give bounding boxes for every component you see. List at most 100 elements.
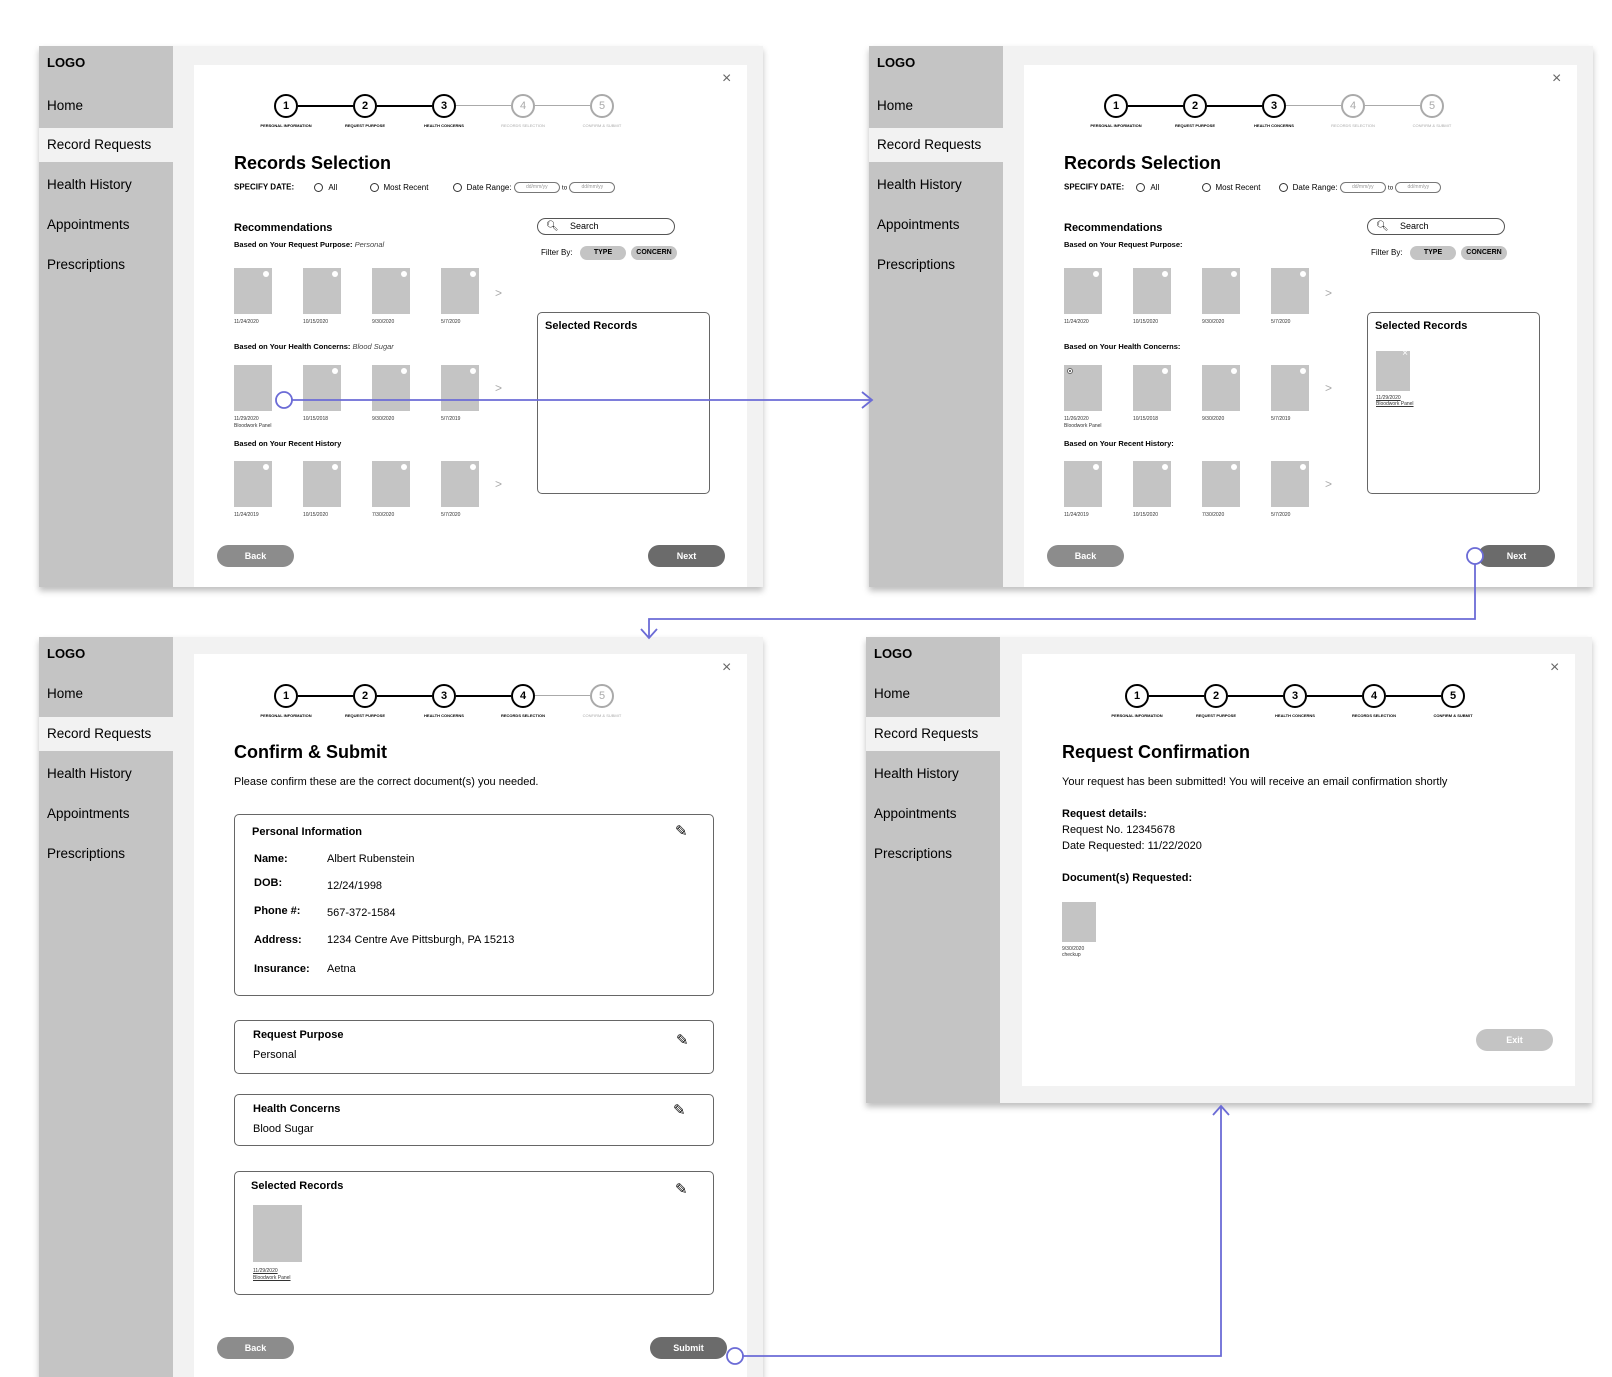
radio-most-recent[interactable]: Most Recent (369, 183, 428, 192)
nav-appointments[interactable]: Appointments (866, 797, 1000, 831)
record-thumb[interactable] (372, 268, 410, 314)
search-input[interactable]: 🔍︎ Search (1367, 218, 1505, 235)
nav-home[interactable]: Home (869, 89, 1003, 123)
chevron-right-icon[interactable]: > (1325, 381, 1332, 395)
step-3[interactable]: 3 (432, 684, 456, 708)
record-thumb[interactable] (234, 365, 272, 411)
nav-record-requests[interactable]: Record Requests (39, 717, 173, 751)
record-thumb-selected[interactable] (1064, 365, 1102, 411)
record-thumb[interactable] (1271, 268, 1309, 314)
record-thumb[interactable] (1133, 268, 1171, 314)
nav-prescriptions[interactable]: Prescriptions (869, 248, 1003, 282)
back-button[interactable]: Back (217, 545, 294, 567)
nav-record-requests[interactable]: Record Requests (869, 128, 1003, 162)
record-thumb[interactable] (303, 461, 341, 507)
search-input[interactable]: 🔍︎ Search (537, 218, 675, 235)
step-2[interactable]: 2 (1183, 94, 1207, 118)
pencil-icon[interactable]: ✎ (675, 1182, 688, 1197)
filter-type-button[interactable]: TYPE (580, 246, 626, 260)
submit-button[interactable]: Submit (650, 1337, 727, 1359)
selected-record-thumb[interactable] (253, 1205, 302, 1262)
record-thumb[interactable] (441, 461, 479, 507)
record-thumb[interactable] (234, 461, 272, 507)
nav-health-history[interactable]: Health History (869, 168, 1003, 202)
pencil-icon[interactable]: ✎ (676, 1033, 689, 1048)
card-title: Personal Information (252, 826, 363, 838)
record-thumb[interactable] (1271, 461, 1309, 507)
record-thumb[interactable] (1064, 461, 1102, 507)
record-thumb[interactable] (1202, 365, 1240, 411)
radio-all[interactable]: All (314, 183, 337, 192)
record-thumb[interactable] (441, 365, 479, 411)
nav-home[interactable]: Home (39, 677, 173, 711)
filter-concern-button[interactable]: CONCERN (631, 246, 677, 260)
record-thumb[interactable] (441, 268, 479, 314)
step-2[interactable]: 2 (353, 684, 377, 708)
nav-prescriptions[interactable]: Prescriptions (39, 248, 173, 282)
close-icon[interactable]: × (722, 71, 731, 87)
next-button[interactable]: Next (1478, 545, 1555, 567)
step-4[interactable]: 4 (511, 684, 535, 708)
step-4[interactable]: 4 (1362, 684, 1386, 708)
close-icon[interactable]: × (1550, 660, 1559, 676)
remove-icon[interactable]: × (1402, 348, 1408, 359)
step-3[interactable]: 3 (432, 94, 456, 118)
date-from-input[interactable]: dd/mm/yy (513, 182, 560, 193)
date-to-input[interactable]: dd/mm/yy (1395, 182, 1442, 193)
step-3[interactable]: 3 (1283, 684, 1307, 708)
close-icon[interactable]: × (1552, 71, 1561, 87)
nav-appointments[interactable]: Appointments (39, 208, 173, 242)
nav-appointments[interactable]: Appointments (869, 208, 1003, 242)
record-thumb[interactable] (303, 268, 341, 314)
record-thumb[interactable] (1271, 365, 1309, 411)
radio-date-range[interactable]: Date Range: (452, 183, 512, 192)
nav-home[interactable]: Home (39, 89, 173, 123)
nav-home[interactable]: Home (866, 677, 1000, 711)
record-thumb[interactable] (372, 461, 410, 507)
chevron-right-icon[interactable]: > (495, 477, 502, 491)
record-thumb[interactable] (1202, 268, 1240, 314)
record-thumb[interactable] (1133, 461, 1171, 507)
step-3[interactable]: 3 (1262, 94, 1286, 118)
record-thumb[interactable] (1133, 365, 1171, 411)
selected-record-thumb[interactable]: × (1376, 348, 1410, 391)
chevron-right-icon[interactable]: > (495, 286, 502, 300)
filter-concern-button[interactable]: CONCERN (1461, 246, 1507, 260)
radio-date-range[interactable]: Date Range: (1278, 183, 1338, 192)
record-thumb[interactable] (234, 268, 272, 314)
pencil-icon[interactable]: ✎ (675, 824, 688, 839)
step-1[interactable]: 1 (274, 684, 298, 708)
date-to-input[interactable]: dd/mm/yy (569, 182, 616, 193)
chevron-right-icon[interactable]: > (495, 381, 502, 395)
step-2[interactable]: 2 (353, 94, 377, 118)
next-button[interactable]: Next (648, 545, 725, 567)
nav-health-history[interactable]: Health History (39, 168, 173, 202)
back-button[interactable]: Back (1047, 545, 1124, 567)
record-thumb[interactable] (303, 365, 341, 411)
nav-prescriptions[interactable]: Prescriptions (866, 837, 1000, 871)
chevron-right-icon[interactable]: > (1325, 477, 1332, 491)
pencil-icon[interactable]: ✎ (673, 1103, 686, 1118)
filter-type-button[interactable]: TYPE (1410, 246, 1456, 260)
nav-record-requests[interactable]: Record Requests (866, 717, 1000, 751)
step-5[interactable]: 5 (1441, 684, 1465, 708)
date-from-input[interactable]: dd/mm/yy (1339, 182, 1386, 193)
back-button[interactable]: Back (217, 1337, 294, 1359)
chevron-right-icon[interactable]: > (1325, 286, 1332, 300)
step-1[interactable]: 1 (274, 94, 298, 118)
exit-button[interactable]: Exit (1476, 1029, 1553, 1051)
nav-appointments[interactable]: Appointments (39, 797, 173, 831)
radio-all[interactable]: All (1136, 183, 1159, 192)
nav-health-history[interactable]: Health History (866, 757, 1000, 791)
nav-health-history[interactable]: Health History (39, 757, 173, 791)
step-1[interactable]: 1 (1125, 684, 1149, 708)
step-2[interactable]: 2 (1204, 684, 1228, 708)
record-thumb[interactable] (372, 365, 410, 411)
record-thumb[interactable] (1202, 461, 1240, 507)
nav-prescriptions[interactable]: Prescriptions (39, 837, 173, 871)
close-icon[interactable]: × (722, 660, 731, 676)
nav-record-requests[interactable]: Record Requests (39, 128, 173, 162)
radio-most-recent[interactable]: Most Recent (1201, 183, 1260, 192)
step-1[interactable]: 1 (1104, 94, 1128, 118)
record-thumb[interactable] (1064, 268, 1102, 314)
